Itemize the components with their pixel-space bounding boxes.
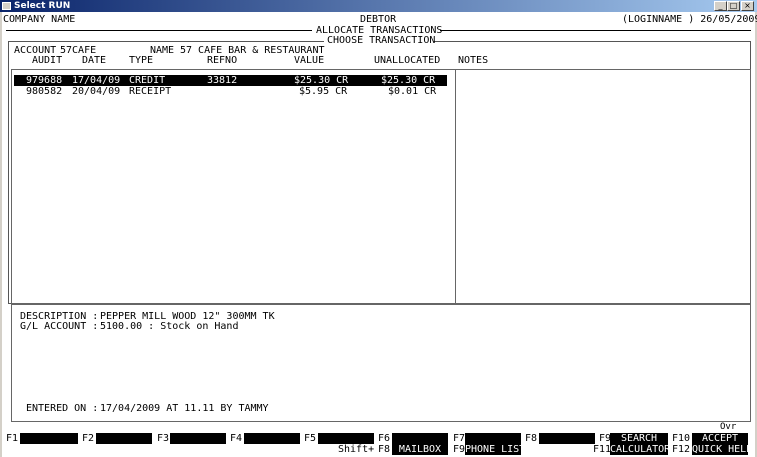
phone-list-button[interactable]: PHONE LIST — [465, 444, 525, 455]
f12-key: F12 — [672, 444, 691, 455]
app-icon — [2, 2, 11, 10]
quick-help-button[interactable]: QUICK HELP — [692, 444, 752, 455]
f3-key: F3 — [157, 433, 170, 444]
col-unallocated: UNALLOCATED — [374, 55, 441, 66]
f9a-key: F9 — [453, 444, 466, 455]
search-button[interactable]: SEARCH — [610, 433, 668, 444]
f11-key: F11 — [593, 444, 612, 455]
f2-button[interactable] — [96, 433, 152, 444]
f10-key: F10 — [672, 433, 691, 444]
f4-key: F4 — [230, 433, 243, 444]
f7-button[interactable] — [465, 433, 521, 444]
cell-refno: 33812 — [207, 75, 238, 86]
f1-button[interactable] — [20, 433, 78, 444]
header-rule-right — [440, 30, 751, 31]
cell-value: $5.95 CR — [299, 86, 348, 97]
cell-type: RECEIPT — [129, 86, 172, 97]
cell-type: CREDIT — [129, 75, 166, 86]
col-refno: REFNO — [207, 55, 238, 66]
cell-unallocated: $0.01 CR — [388, 86, 437, 97]
cell-value: $25.30 CR — [294, 75, 349, 86]
table-row[interactable]: 980582 20/04/09 RECEIPT $5.95 CR $0.01 C… — [14, 86, 447, 97]
window-title: Select RUN — [14, 1, 71, 11]
entered-label: ENTERED ON : — [26, 403, 99, 414]
maximize-icon: □ — [729, 1, 738, 10]
f8-key: F8 — [378, 444, 391, 455]
close-icon: × — [744, 1, 751, 10]
company-name: COMPANY NAME — [3, 14, 76, 25]
col-notes: NOTES — [458, 55, 489, 66]
minimize-icon: _ — [718, 1, 723, 10]
f8b-key: F8 — [525, 433, 538, 444]
cell-audit: 979688 — [26, 75, 63, 86]
entered-value: 17/04/2009 AT 11.11 BY TAMMY — [100, 403, 269, 414]
calculator-label: CALCULATOR — [610, 444, 671, 455]
f6-key: F6 — [378, 433, 391, 444]
f5-key: F5 — [304, 433, 317, 444]
gl-account-value: 5100.00 : Stock on Hand — [100, 321, 239, 332]
mailbox-button[interactable]: MAILBOX — [392, 444, 448, 455]
f4-button[interactable] — [244, 433, 300, 444]
phone-list-label: PHONE LIST — [465, 444, 526, 455]
cell-date: 20/04/09 — [72, 86, 121, 97]
f1-key: F1 — [6, 433, 19, 444]
col-date: DATE — [82, 55, 107, 66]
search-label: SEARCH — [620, 433, 658, 444]
table-row[interactable]: 979688 17/04/09 CREDIT 33812 $25.30 CR $… — [14, 75, 447, 86]
window-titlebar[interactable]: Select RUN _ □ × — [0, 0, 757, 12]
module-title: DEBTOR — [360, 14, 397, 25]
maximize-button[interactable]: □ — [727, 1, 740, 11]
f8b-button[interactable] — [539, 433, 595, 444]
mailbox-label: MAILBOX — [398, 444, 442, 455]
f3-button[interactable] — [170, 433, 226, 444]
name-label: NAME — [150, 45, 175, 56]
accept-button[interactable]: ACCEPT — [692, 433, 748, 444]
col-audit: AUDIT — [32, 55, 63, 66]
shift-label: Shift+ — [338, 444, 375, 455]
f7-key: F7 — [453, 433, 466, 444]
quick-help-label: QUICK HELP — [692, 444, 753, 455]
notes-divider — [455, 69, 456, 304]
login-date: (LOGINNAME ) 26/05/2009 — [622, 14, 757, 25]
f2-key: F2 — [82, 433, 95, 444]
cell-unallocated: $25.30 CR — [381, 75, 436, 86]
header-rule-left — [6, 30, 312, 31]
minimize-button[interactable]: _ — [714, 1, 727, 11]
cell-date: 17/04/09 — [72, 75, 121, 86]
col-value: VALUE — [294, 55, 325, 66]
f5-button[interactable] — [318, 433, 374, 444]
overwrite-mode: Ovr — [720, 422, 737, 432]
f6-button[interactable] — [392, 433, 448, 444]
calculator-button[interactable]: CALCULATOR — [610, 444, 671, 455]
close-button[interactable]: × — [741, 1, 754, 11]
cell-audit: 980582 — [26, 86, 63, 97]
panel-title: CHOOSE TRANSACTION — [327, 35, 436, 46]
col-type: TYPE — [129, 55, 154, 66]
transaction-list[interactable] — [11, 69, 751, 304]
gl-account-label: G/L ACCOUNT : — [20, 321, 99, 332]
accept-label: ACCEPT — [701, 433, 739, 444]
